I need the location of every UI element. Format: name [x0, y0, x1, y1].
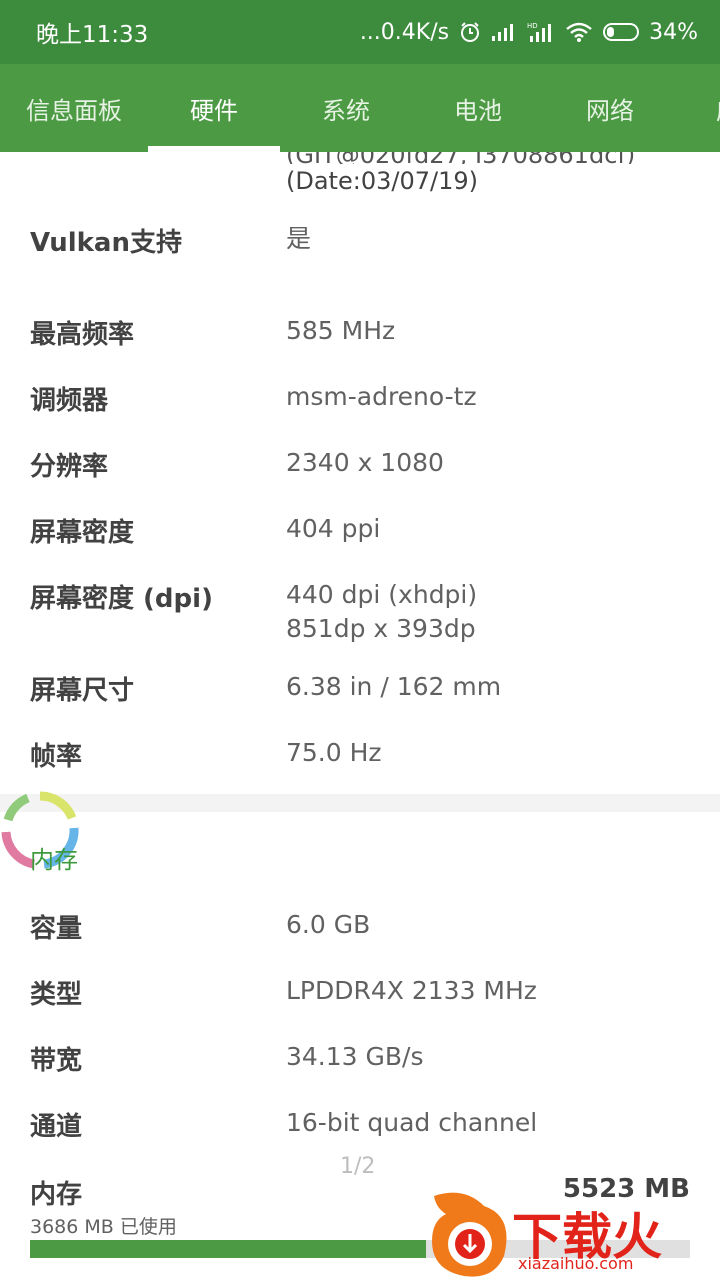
row-value-line1: 440 dpi (xhdpi) — [286, 580, 478, 609]
tab-dashboard[interactable]: 信息面板 — [0, 64, 148, 152]
tab-system[interactable]: 系统 — [280, 64, 412, 152]
page-indicator: 1/2 — [340, 1154, 376, 1179]
svg-text:HD: HD — [527, 22, 538, 30]
row-key: 屏幕尺寸 — [30, 676, 135, 706]
tab-network[interactable]: 网络 — [544, 64, 676, 152]
watermark-url: xiazaihuo.com — [518, 1254, 634, 1273]
signal-icon — [491, 22, 517, 42]
row-value: msm-adreno-tz — [286, 382, 477, 411]
row-value: 75.0 Hz — [286, 738, 382, 767]
alarm-icon — [459, 21, 481, 43]
row-key: 屏幕密度 (dpi) — [30, 584, 213, 614]
status-bar: 晚上11:33 ...0.4K/s HD 34% — [0, 0, 720, 64]
row-value: 585 MHz — [286, 316, 396, 345]
row-key: 调频器 — [30, 386, 109, 416]
gpu-driver-version: (GIT@020fd27, I3708861dcf) (Date:03/07/1… — [286, 152, 635, 198]
memory-usage-label: 内存 — [30, 1180, 83, 1210]
memory-progress-fill — [30, 1240, 426, 1258]
row-key: Vulkan支持 — [30, 228, 182, 258]
tab-hardware[interactable]: 硬件 — [148, 64, 280, 152]
row-value: 404 ppi — [286, 514, 381, 543]
memory-used-text: 3686 MB 已使用 — [30, 1216, 177, 1238]
row-value: LPDDR4X 2133 MHz — [286, 976, 537, 1005]
row-value: 6.38 in / 162 mm — [286, 672, 502, 701]
card-gap — [0, 794, 720, 812]
row-value-line2: 851dp x 393dp — [286, 614, 476, 643]
battery-percent: 34% — [649, 19, 698, 45]
row-key: 类型 — [30, 980, 83, 1010]
row-key: 帧率 — [30, 742, 83, 772]
row-value: 6.0 GB — [286, 910, 371, 939]
driver-date: (Date:03/07/19) — [286, 167, 478, 195]
tab-apps-partial[interactable]: 应 — [676, 64, 720, 152]
row-key: 通道 — [30, 1112, 83, 1142]
row-value: 2340 x 1080 — [286, 448, 444, 477]
watermark-logo-icon — [432, 1192, 507, 1277]
row-value: 是 — [286, 224, 312, 253]
battery-icon — [603, 23, 640, 41]
tab-bar: 信息面板 硬件 系统 电池 网络 应 — [0, 64, 720, 152]
row-value: 440 dpi (xhdpi) 851dp x 393dp — [286, 578, 477, 646]
wifi-icon — [565, 21, 593, 43]
hardware-content[interactable]: (GIT@020fd27, I3708861dcf) (Date:03/07/1… — [0, 152, 720, 1280]
driver-version-cut-line: (GIT@020fd27, I3708861dcf) — [286, 152, 635, 164]
row-key: 分辨率 — [30, 452, 109, 482]
hd-signal-icon: HD — [527, 21, 555, 43]
net-speed: ...0.4K/s — [359, 19, 450, 45]
row-key: 屏幕密度 — [30, 518, 135, 548]
row-value: 34.13 GB/s — [286, 1042, 424, 1071]
row-value: 16-bit quad channel — [286, 1108, 538, 1137]
status-time: 晚上11:33 — [36, 22, 149, 48]
memory-section-title: 内存 — [30, 846, 78, 874]
row-key: 带宽 — [30, 1046, 83, 1076]
tab-battery[interactable]: 电池 — [412, 64, 544, 152]
row-key: 容量 — [30, 914, 83, 944]
status-right-cluster: ...0.4K/s HD 34% — [360, 20, 698, 45]
row-key: 最高频率 — [30, 320, 135, 350]
